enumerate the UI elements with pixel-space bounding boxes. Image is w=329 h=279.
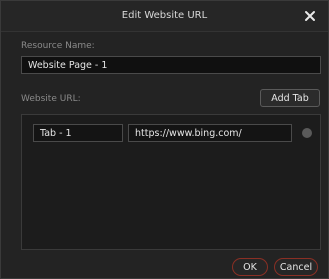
dialog-title: Edit Website URL xyxy=(121,10,208,21)
ok-button[interactable]: OK xyxy=(232,258,268,276)
close-icon xyxy=(305,11,315,21)
edit-website-url-dialog: Edit Website URL Resource Name: Website … xyxy=(0,0,329,279)
cancel-button[interactable]: Cancel xyxy=(274,258,318,276)
tab-url-input[interactable]: https://www.bing.com/ xyxy=(128,124,292,142)
resource-name-input[interactable]: Website Page - 1 xyxy=(21,56,321,74)
close-button[interactable] xyxy=(302,8,318,24)
resource-name-value: Website Page - 1 xyxy=(28,59,108,71)
tab-url-value: https://www.bing.com/ xyxy=(135,127,242,139)
add-tab-button[interactable]: Add Tab xyxy=(260,89,320,107)
resource-name-label: Resource Name: xyxy=(21,41,95,51)
tabs-panel: Tab - 1 https://www.bing.com/ xyxy=(21,114,321,250)
tab-name-value: Tab - 1 xyxy=(40,127,72,139)
website-url-label: Website URL: xyxy=(21,94,81,104)
dialog-titlebar: Edit Website URL xyxy=(1,1,328,32)
dialog-footer: OK Cancel xyxy=(1,256,328,278)
tab-name-input[interactable]: Tab - 1 xyxy=(33,124,123,142)
tab-select-radio[interactable] xyxy=(302,128,312,138)
